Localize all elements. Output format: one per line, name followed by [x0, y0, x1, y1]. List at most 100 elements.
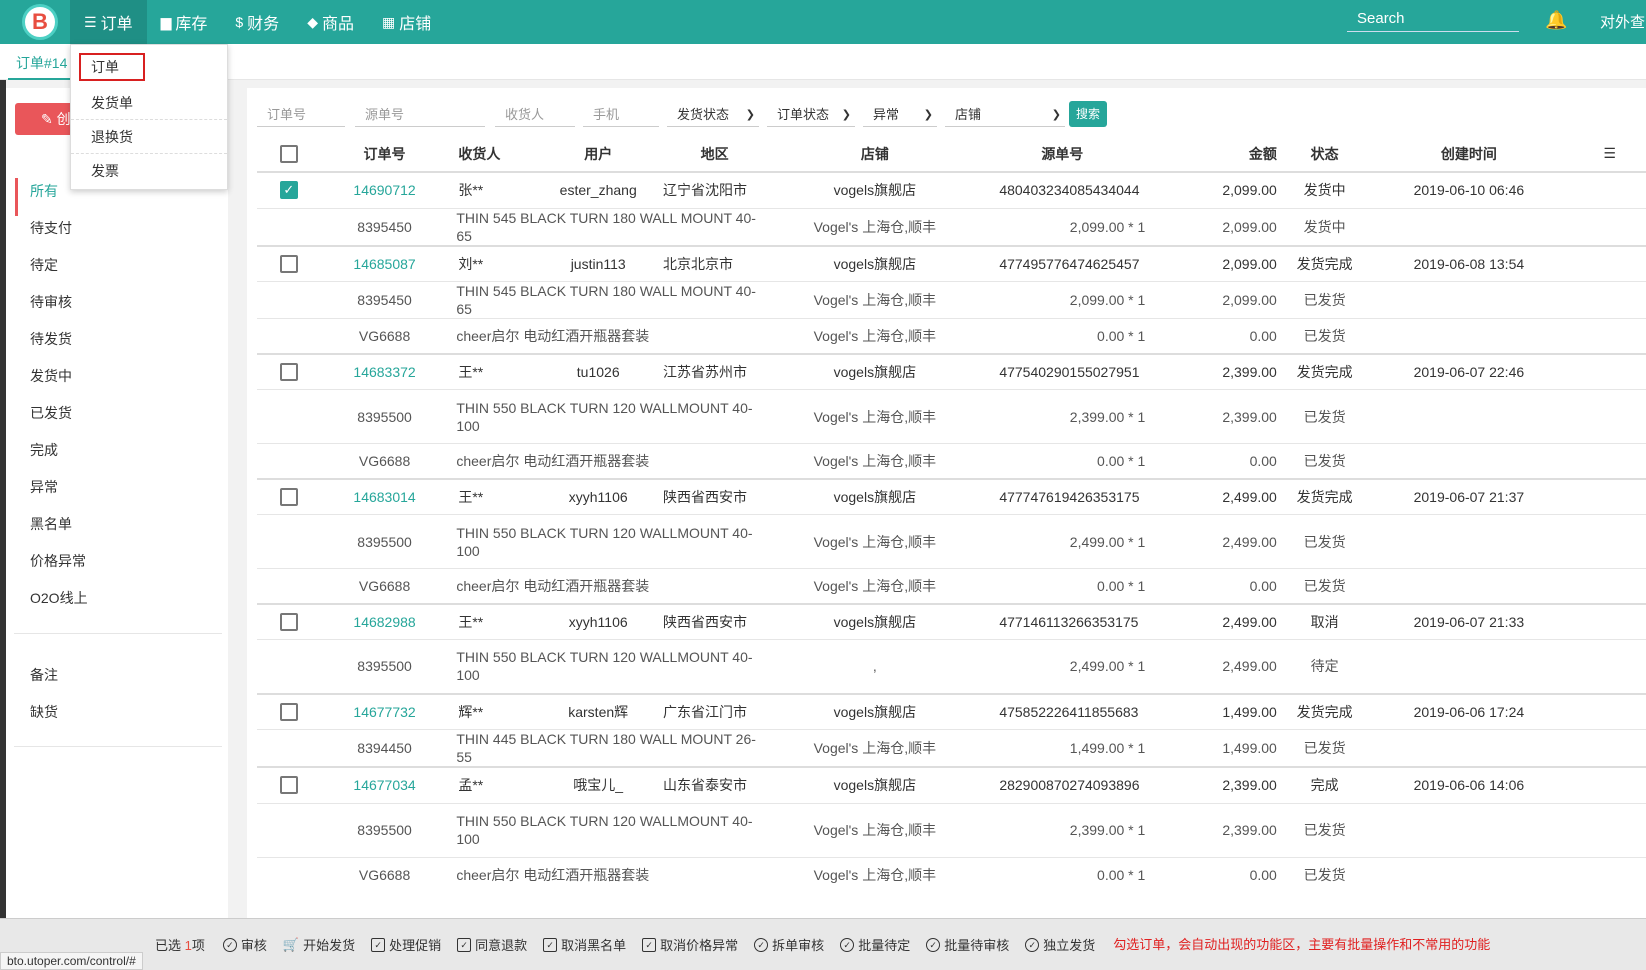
empty-cell — [257, 568, 321, 604]
product-name: cheer启尔 电动红酒开瓶器套装 — [456, 866, 650, 883]
exception-select[interactable]: 异常 ❯ — [863, 103, 937, 127]
status-cell: 发货完成 — [1284, 477, 1365, 515]
tab-order[interactable]: 订单#14 — [8, 44, 76, 80]
order-id-link[interactable]: 14683372 — [353, 364, 415, 380]
approve-refund-button[interactable]: ✓ 同意退款 — [457, 935, 527, 954]
nav-orders[interactable]: ☰ 订单 — [70, 0, 147, 44]
sidebar-item-price-exception[interactable]: 价格异常 — [30, 551, 86, 571]
batch-pending-review-button[interactable]: ✓ 批量待审核 — [926, 935, 1009, 954]
empty-cell — [1364, 856, 1574, 892]
shop-cell: vogels旗舰店 — [770, 352, 980, 390]
app-logo[interactable]: B — [22, 4, 58, 40]
start-shipping-button[interactable]: 🛒 开始发货 — [283, 935, 355, 954]
sidebar-item-o2o-online[interactable]: O2O线上 — [30, 588, 88, 608]
order-id-link[interactable]: 14685087 — [353, 256, 415, 272]
sidebar-item-pending-payment[interactable]: 待支付 — [30, 218, 72, 238]
item-status-cell: 已发货 — [1284, 443, 1365, 479]
batch-hold-button[interactable]: ✓ 批量待定 — [840, 935, 910, 954]
sidebar-item-blacklist[interactable]: 黑名单 — [30, 514, 72, 534]
col-shop[interactable]: 店铺 — [770, 136, 980, 173]
order-id-link[interactable]: 14677732 — [353, 704, 415, 720]
col-region[interactable]: 地区 — [658, 136, 771, 173]
independent-shipping-button[interactable]: ✓ 独立发货 — [1025, 935, 1095, 954]
pencil-icon: ✎ — [41, 111, 57, 127]
col-created-time[interactable]: 创建时间 — [1364, 136, 1574, 173]
region-cell: 陕西省西安市 — [658, 602, 771, 640]
row-checkbox[interactable] — [279, 702, 298, 721]
cancel-blacklist-button[interactable]: ✓ 取消黑名单 — [543, 935, 626, 954]
sidebar-item-pending-shipment[interactable]: 待发货 — [30, 329, 72, 349]
row-select-cell — [257, 477, 321, 515]
external-query-link[interactable]: 对外查 — [1600, 11, 1645, 32]
dropdown-item-invoices[interactable]: 发票 — [71, 154, 227, 188]
search-input[interactable]: Search — [1347, 8, 1519, 32]
receiver-input[interactable]: 收货人 — [495, 103, 575, 127]
sidebar-item-shipping[interactable]: 发货中 — [30, 366, 72, 386]
product-name-cell: cheer启尔 电动红酒开瓶器套装 — [448, 318, 771, 354]
sidebar-item-pending-review[interactable]: 待审核 — [30, 292, 72, 312]
sidebar-item-all[interactable]: 所有 — [30, 181, 58, 201]
col-source-no[interactable]: 源单号 — [979, 136, 1146, 173]
product-name: THIN 550 BLACK TURN 120 WALLMOUNT 40-100 — [456, 649, 753, 684]
sidebar-item-on-hold[interactable]: 待定 — [30, 255, 58, 275]
col-amount[interactable]: 金额 — [1145, 136, 1285, 173]
nav-inventory[interactable]: ▆ 库存 — [147, 0, 222, 44]
sidebar-divider — [14, 746, 222, 747]
sidebar-item-notes[interactable]: 备注 — [30, 665, 58, 685]
sidebar-item-completed[interactable]: 完成 — [30, 440, 58, 460]
row-checkbox[interactable] — [279, 612, 298, 631]
bell-icon[interactable]: 🔔 — [1545, 10, 1567, 31]
source-number-input[interactable]: 源单号 — [355, 103, 485, 127]
sort-icon[interactable]: ☰ — [1603, 145, 1616, 161]
product-name: THIN 550 BLACK TURN 120 WALLMOUNT 40-100 — [456, 813, 753, 847]
warehouse-cell: Vogel's 上海仓,顺丰 — [770, 802, 980, 857]
unit-price-cell: 2,099.00 * 1 — [979, 281, 1146, 319]
order-status-select[interactable]: 订单状态 ❯ — [767, 103, 855, 127]
nav-shops[interactable]: ▦ 店铺 — [368, 0, 445, 44]
order-row: 14685087 刘** justin113 北京北京市 vogels旗舰店 477495… — [257, 244, 1646, 282]
row-checkbox[interactable]: ✓ — [279, 181, 298, 200]
row-checkbox[interactable] — [279, 776, 298, 795]
approve-button[interactable]: ✓ 审核 — [222, 935, 267, 954]
shop-select[interactable]: 店铺 ❯ — [945, 103, 1065, 127]
order-id-link[interactable]: 14682988 — [353, 614, 415, 630]
search-button[interactable]: 搜索 — [1069, 101, 1107, 127]
order-id-link[interactable]: 14690712 — [353, 182, 415, 198]
col-order-no[interactable]: 订单号 — [320, 136, 449, 173]
order-id-link[interactable]: 14677034 — [353, 777, 415, 793]
sidebar-item-exception[interactable]: 异常 — [30, 477, 58, 497]
phone-input[interactable]: 手机 — [583, 103, 659, 127]
item-amount-cell: 0.00 — [1145, 856, 1285, 892]
order-id-link[interactable]: 14683014 — [353, 489, 415, 505]
col-status[interactable]: 状态 — [1284, 136, 1365, 173]
col-user[interactable]: 用户 — [537, 136, 659, 173]
orders-table: 订单号 收货人 用户 地区 店铺 源单号 金额 状态 创建时间 ☰ ✓ 14690… — [257, 136, 1646, 892]
row-checkbox[interactable] — [279, 487, 298, 506]
start-shipping-label: 开始发货 — [303, 938, 356, 953]
empty-cell — [1573, 729, 1646, 767]
chevron-down-icon: ❯ — [923, 109, 933, 121]
created-time-cell: 2019-06-06 17:24 — [1364, 692, 1574, 730]
cancel-price-exception-button[interactable]: ✓ 取消价格异常 — [642, 935, 738, 954]
handle-promotion-button[interactable]: ✓ 处理促销 — [371, 935, 441, 954]
split-review-button[interactable]: ✓ 拆单审核 — [754, 935, 824, 954]
order-number-input[interactable]: 订单号 — [257, 103, 345, 127]
main-content: 订单号 源单号 收货人 手机 发货状态 ❯ 订单状态 ❯ 异常 ❯ 店铺 ❯ 搜索 订单… — [247, 88, 1646, 918]
row-checkbox[interactable] — [279, 362, 298, 381]
dropdown-item-returns[interactable]: 退换货 — [71, 120, 227, 154]
dropdown-item-shipments[interactable]: 发货单 — [71, 86, 227, 120]
select-all-checkbox[interactable] — [279, 144, 298, 163]
dropdown-item-orders[interactable]: 订单 — [79, 53, 145, 81]
source-no-cell: 475852226411855683 — [979, 692, 1146, 730]
nav-products[interactable]: ◆ 商品 — [293, 0, 368, 44]
ship-status-select[interactable]: 发货状态 ❯ — [667, 103, 759, 127]
status-cell: 发货完成 — [1284, 352, 1365, 390]
col-receiver[interactable]: 收货人 — [448, 136, 538, 173]
sidebar-item-out-of-stock[interactable]: 缺货 — [30, 702, 58, 722]
check-square-icon: ✓ — [543, 937, 558, 952]
sidebar-item-shipped[interactable]: 已发货 — [30, 403, 72, 423]
empty-cell — [1573, 514, 1646, 569]
nav-finance[interactable]: $ 财务 — [221, 0, 293, 44]
order-item-row: VG6688 cheer启尔 电动红酒开瓶器套装 Vogel's 上海仓,顺丰 0.0… — [257, 568, 1646, 604]
row-checkbox[interactable] — [279, 254, 298, 273]
